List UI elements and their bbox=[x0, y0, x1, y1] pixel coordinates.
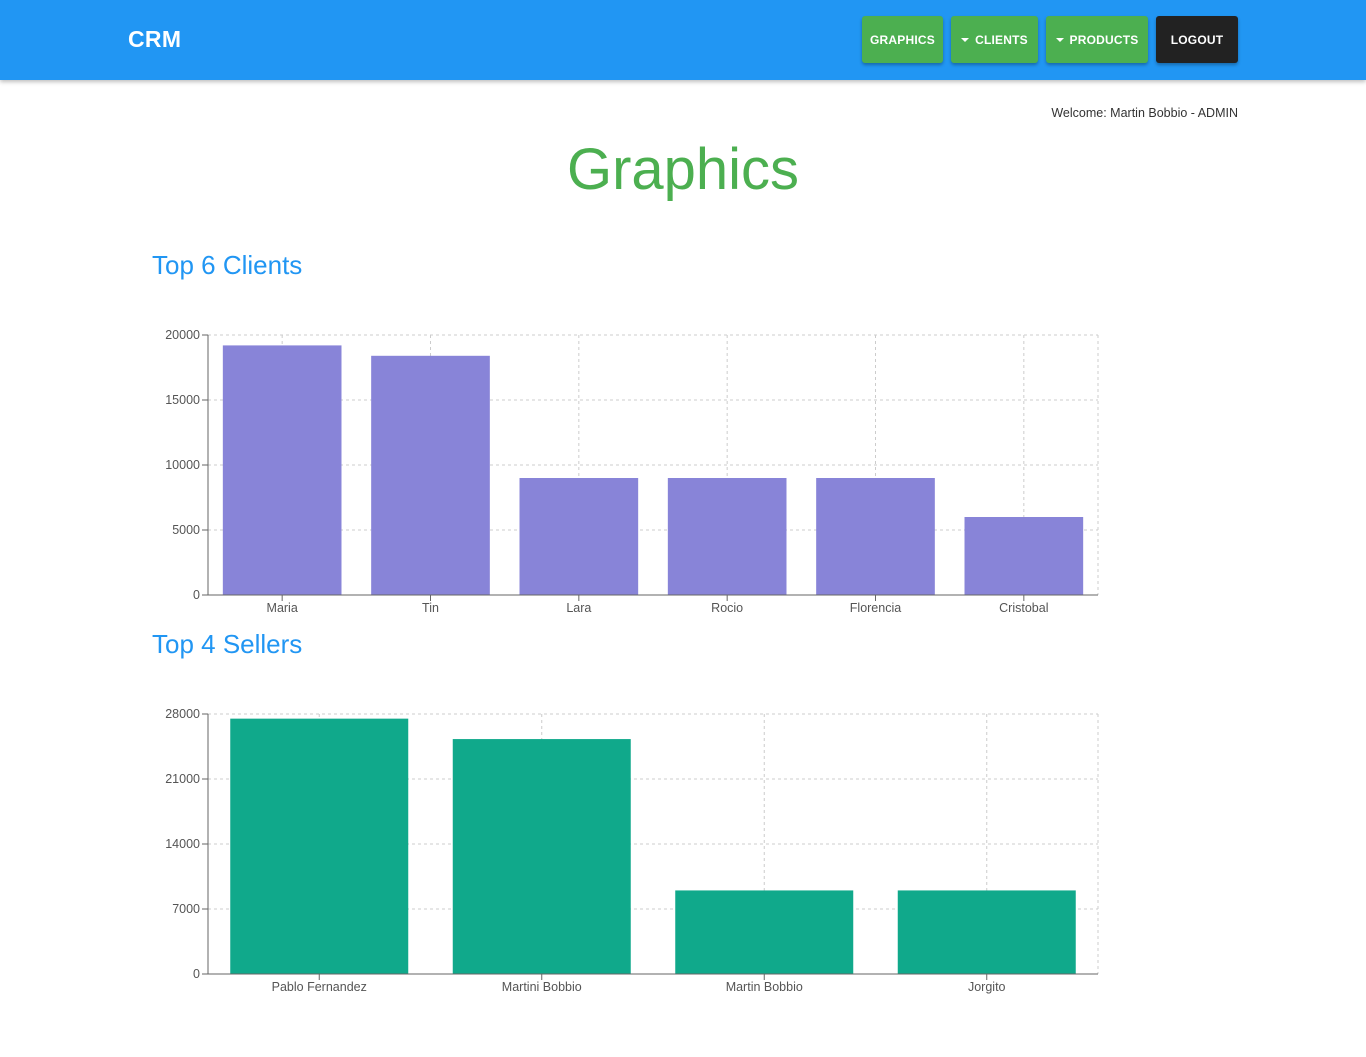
page-title: Graphics bbox=[566, 137, 800, 202]
clients-dropdown-button[interactable]: CLIENTS bbox=[951, 16, 1038, 63]
x-tick-label: Tin bbox=[422, 601, 439, 615]
graphics-button-label: GRAPHICS bbox=[870, 32, 935, 47]
clients-button-label: CLIENTS bbox=[975, 32, 1028, 47]
graphics-button[interactable]: GRAPHICS bbox=[862, 16, 943, 63]
bar-maria bbox=[222, 345, 342, 595]
products-dropdown-button[interactable]: PRODUCTS bbox=[1046, 16, 1148, 63]
x-tick-label: Pablo Fernandez bbox=[272, 980, 367, 994]
y-tick-label: 5000 bbox=[172, 523, 200, 537]
bar-cristobal bbox=[964, 517, 1084, 595]
welcome-message: Welcome: Martin Bobbio - ADMIN bbox=[1051, 106, 1238, 120]
clients-section-title: Top 6 Clients bbox=[152, 250, 303, 280]
y-tick-label: 0 bbox=[193, 967, 200, 981]
logout-button-label: LOGOUT bbox=[1170, 32, 1224, 47]
top-sellers-chart: 0 7000 14000 21000 28000 Pablo Fernandez Marti… bbox=[165, 707, 1099, 994]
y-tick-label: 7000 bbox=[172, 902, 200, 916]
bar-martini-bobbio bbox=[452, 739, 631, 974]
x-tick-label: Jorgito bbox=[968, 980, 1006, 994]
caret-down-icon bbox=[961, 38, 970, 42]
x-tick-label: Florencia bbox=[850, 601, 901, 615]
x-tick-label: Lara bbox=[566, 601, 591, 615]
caret-down-icon bbox=[1055, 38, 1064, 42]
products-button-label: PRODUCTS bbox=[1069, 32, 1139, 47]
bar-jorgito bbox=[897, 890, 1076, 974]
x-tick-label: Maria bbox=[267, 601, 298, 615]
y-tick-label: 10000 bbox=[165, 458, 200, 472]
y-tick-label: 0 bbox=[193, 588, 200, 602]
y-tick-label: 14000 bbox=[165, 837, 200, 851]
sellers-section-title: Top 4 Sellers bbox=[152, 629, 303, 659]
x-tick-label: Martin Bobbio bbox=[726, 980, 803, 994]
bar-pablo-fernandez bbox=[230, 718, 409, 974]
x-tick-label: Rocio bbox=[711, 601, 743, 615]
logout-button[interactable]: LOGOUT bbox=[1156, 16, 1238, 63]
bar-lara bbox=[519, 478, 639, 595]
y-tick-label: 15000 bbox=[165, 393, 200, 407]
y-tick-label: 21000 bbox=[165, 772, 200, 786]
brand-logo[interactable]: CRM bbox=[128, 26, 181, 53]
top-clients-chart: 0 5000 10000 15000 20000 Maria Tin Lara Rocio Flo… bbox=[165, 328, 1099, 615]
y-tick-label: 28000 bbox=[165, 707, 200, 721]
navbar: CRM GRAPHICS CLIENTS PRODUCTS LOGOUT bbox=[0, 0, 1366, 80]
bar-tin bbox=[371, 355, 490, 595]
y-tick-label: 20000 bbox=[165, 328, 200, 342]
bar-martin-bobbio bbox=[675, 890, 854, 974]
x-tick-label: Cristobal bbox=[999, 601, 1048, 615]
x-tick-label: Martini Bobbio bbox=[502, 980, 582, 994]
bar-florencia bbox=[816, 478, 935, 595]
bar-rocio bbox=[667, 478, 787, 595]
